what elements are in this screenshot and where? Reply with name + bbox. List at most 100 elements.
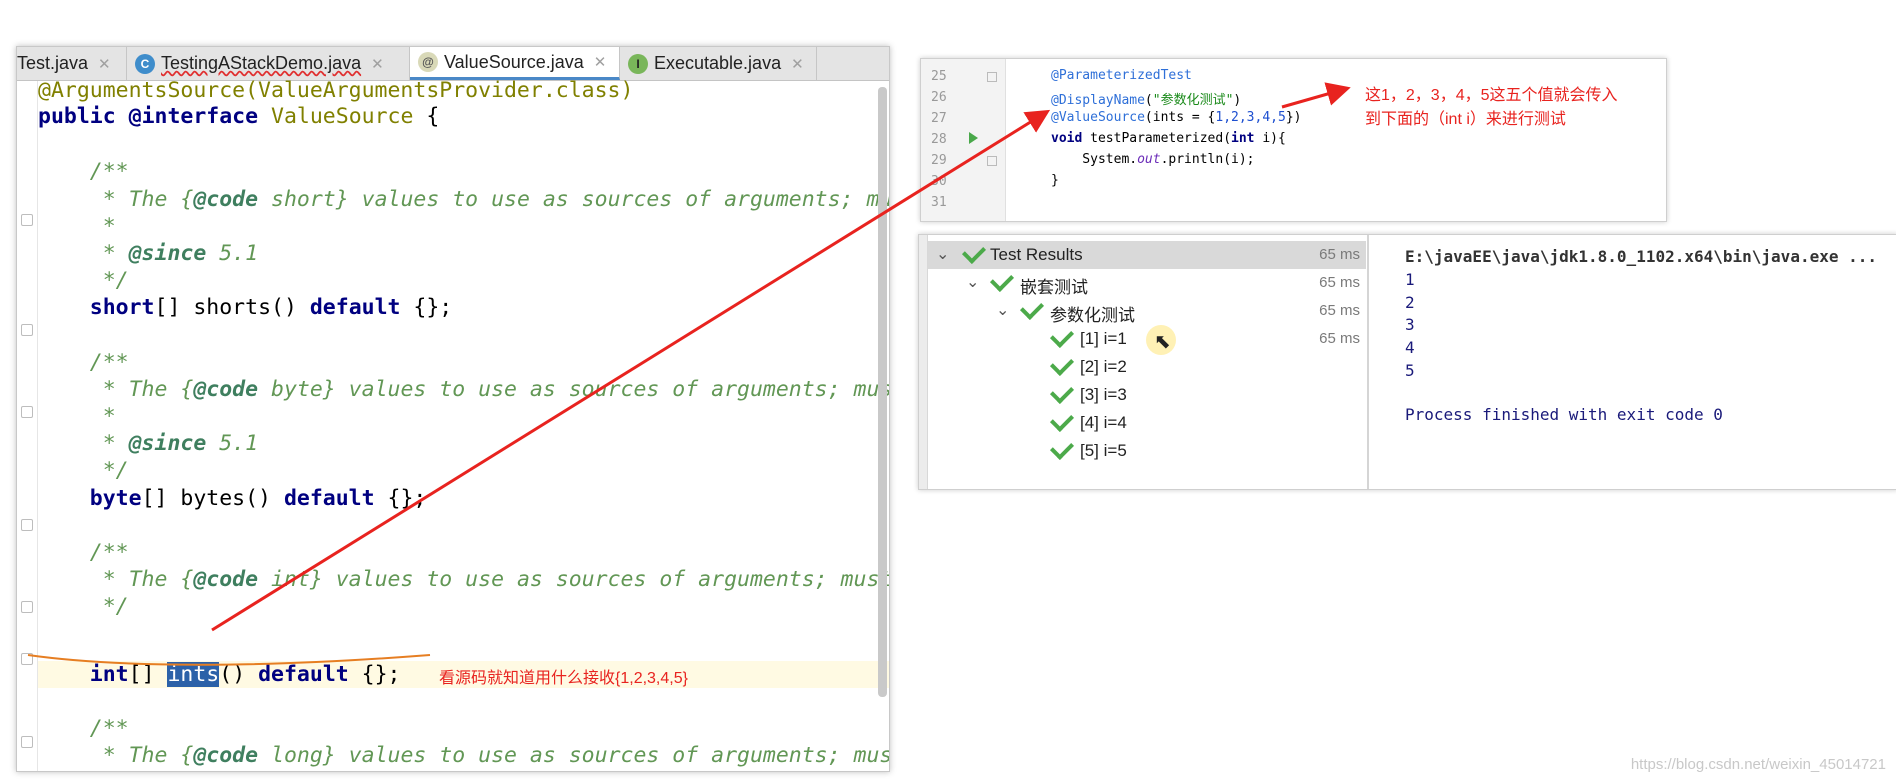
console-line: 2 — [1405, 293, 1415, 312]
fold-icon[interactable] — [987, 156, 997, 166]
tab-label: TestingAStackDemo.java — [161, 53, 362, 73]
code-token: default — [309, 295, 401, 320]
tab-test-java[interactable]: Test.java ✕ — [17, 47, 127, 80]
chevron-down-icon[interactable]: ⌄ — [996, 300, 1009, 320]
snippet-line: @DisplayName("参数化测试") — [1051, 89, 1241, 108]
code-token: public — [38, 104, 116, 129]
code-line: /** — [38, 159, 129, 184]
code-token: * The { — [38, 743, 194, 768]
tab-testingastackdemo-java[interactable]: C TestingAStackDemo.java ✕ — [127, 47, 410, 80]
snippet-line: @ParameterizedTest — [1051, 68, 1192, 83]
editor-tab-bar: Test.java ✕ C TestingAStackDemo.java ✕ @… — [17, 47, 889, 81]
tree-item-label: 嵌套测试 — [1020, 278, 1088, 297]
fold-icon[interactable] — [21, 653, 33, 665]
fold-icon[interactable] — [21, 324, 33, 336]
code-token: long} values to use as sources of argume… — [258, 743, 890, 768]
code-line: * — [38, 404, 116, 429]
line-number: 30 — [931, 174, 947, 189]
console-command: E:\javaEE\java\jdk1.8.0_1102.x64\bin\jav… — [1405, 247, 1878, 266]
close-icon[interactable]: ✕ — [98, 55, 111, 73]
code-token: default — [258, 662, 349, 687]
check-icon — [961, 239, 987, 265]
fold-icon[interactable] — [987, 72, 997, 82]
close-icon[interactable]: ✕ — [594, 53, 607, 71]
chevron-down-icon[interactable]: ⌄ — [966, 272, 979, 292]
code-line: */ — [38, 458, 129, 483]
check-icon — [1049, 379, 1075, 405]
code-line: * — [38, 214, 116, 239]
fold-icon[interactable] — [21, 601, 33, 613]
line-number: 26 — [931, 90, 947, 105]
check-icon — [1049, 435, 1075, 461]
code-token: int — [89, 662, 129, 687]
code-token: ) — [1233, 93, 1242, 108]
tree-item-case[interactable]: [1] i=1 65 ms ⬉ — [928, 323, 1366, 355]
code-line: public @interface ValueSource { — [38, 103, 439, 130]
snippet-line: System.out.println(i); — [1051, 152, 1255, 167]
code-line: * The {@code byte} values to use as sour… — [38, 376, 890, 403]
code-line: /** — [38, 540, 129, 565]
tree-item-time: 65 ms — [1319, 246, 1360, 263]
code-token: byte} values to use as sources of argume… — [258, 377, 890, 402]
pointer-icon: ⬉ — [1154, 331, 1171, 353]
chevron-down-icon[interactable]: ⌄ — [936, 244, 949, 264]
editor-scrollbar[interactable] — [878, 87, 887, 697]
annotation-note: 看源码就知道用什么接收{1,2,3,4,5} — [439, 670, 688, 687]
fold-icon[interactable] — [21, 736, 33, 748]
tree-item-case[interactable]: [5] i=5 — [928, 435, 1366, 465]
tree-item-time: 65 ms — [1319, 274, 1360, 291]
snippet-line: @ValueSource(ints = {1,2,3,4,5}) — [1051, 110, 1301, 125]
close-icon[interactable]: ✕ — [791, 55, 804, 73]
code-token: () — [219, 662, 259, 687]
snippet-line: } — [1051, 173, 1059, 188]
code-line: byte[] bytes() default {}; — [38, 485, 427, 512]
code-token: out — [1137, 152, 1161, 167]
close-icon[interactable]: ✕ — [371, 55, 384, 73]
code-line: * The {@code int} values to use as sourc… — [38, 566, 889, 593]
tab-valuesource-java[interactable]: @ ValueSource.java ✕ — [410, 47, 620, 80]
tab-label: Executable.java — [654, 53, 782, 73]
console-output[interactable]: E:\javaEE\java\jdk1.8.0_1102.x64\bin\jav… — [1387, 235, 1896, 489]
code-line: * @since 5.1 — [38, 240, 258, 267]
code-token: @code — [193, 567, 259, 592]
code-token: @since — [128, 241, 207, 266]
code-token: 5.1 — [206, 241, 259, 266]
code-token: int — [1231, 131, 1255, 146]
code-token: "参数化测试" — [1152, 93, 1234, 108]
code-snippet-panel: 25 26 27 28 29 30 31 @ParameterizedTest … — [920, 58, 1667, 222]
fold-icon[interactable] — [21, 406, 33, 418]
tree-item-case[interactable]: [4] i=4 — [928, 407, 1366, 437]
code-token: @code — [193, 187, 259, 212]
editor-gutter — [17, 81, 38, 771]
tree-item-nested-test[interactable]: ⌄ 嵌套测试 65 ms — [928, 267, 1366, 297]
tree-item-test-results[interactable]: ⌄ Test Results 65 ms — [928, 239, 1366, 269]
run-icon[interactable] — [969, 132, 978, 144]
selected-text[interactable]: ints — [167, 662, 220, 687]
code-line: short[] shorts() default {}; — [38, 294, 452, 321]
tab-label: Test.java — [17, 53, 89, 73]
code-token: .println(i); — [1160, 152, 1255, 167]
code-token: @ValueSource — [1051, 110, 1145, 125]
tree-item-parameterized-test[interactable]: ⌄ 参数化测试 65 ms — [928, 295, 1366, 325]
code-token: @interface — [128, 104, 259, 129]
code-token: [] shorts() — [154, 295, 310, 320]
code-token: {}; — [374, 486, 427, 511]
check-icon — [1049, 351, 1075, 377]
tree-item-time: 65 ms — [1319, 302, 1360, 319]
tree-item-case[interactable]: [3] i=3 — [928, 379, 1366, 409]
test-runner-panel: ⌄ Test Results 65 ms ⌄ 嵌套测试 65 ms ⌄ 参数化测… — [918, 234, 1896, 490]
code-token: @code — [193, 377, 259, 402]
code-token: * The { — [38, 567, 194, 592]
line-number: 31 — [931, 195, 947, 210]
snippet-line: void testParameterized(int i){ — [1051, 131, 1286, 146]
code-line-ints[interactable]: int[] ints() default {}; — [38, 661, 400, 688]
test-results-tree: ⌄ Test Results 65 ms ⌄ 嵌套测试 65 ms ⌄ 参数化测… — [919, 235, 1369, 489]
fold-icon[interactable] — [21, 519, 33, 531]
fold-icon[interactable] — [21, 214, 33, 226]
tab-executable-java[interactable]: I Executable.java ✕ — [620, 47, 817, 80]
tree-item-label: Test Results — [990, 245, 1083, 264]
tree-item-case[interactable]: [2] i=2 — [928, 351, 1366, 381]
code-token: * — [38, 431, 129, 456]
code-token: i){ — [1254, 131, 1286, 146]
code-area[interactable]: @ArgumentsSource(ValueArgumentsProvider.… — [17, 78, 890, 771]
